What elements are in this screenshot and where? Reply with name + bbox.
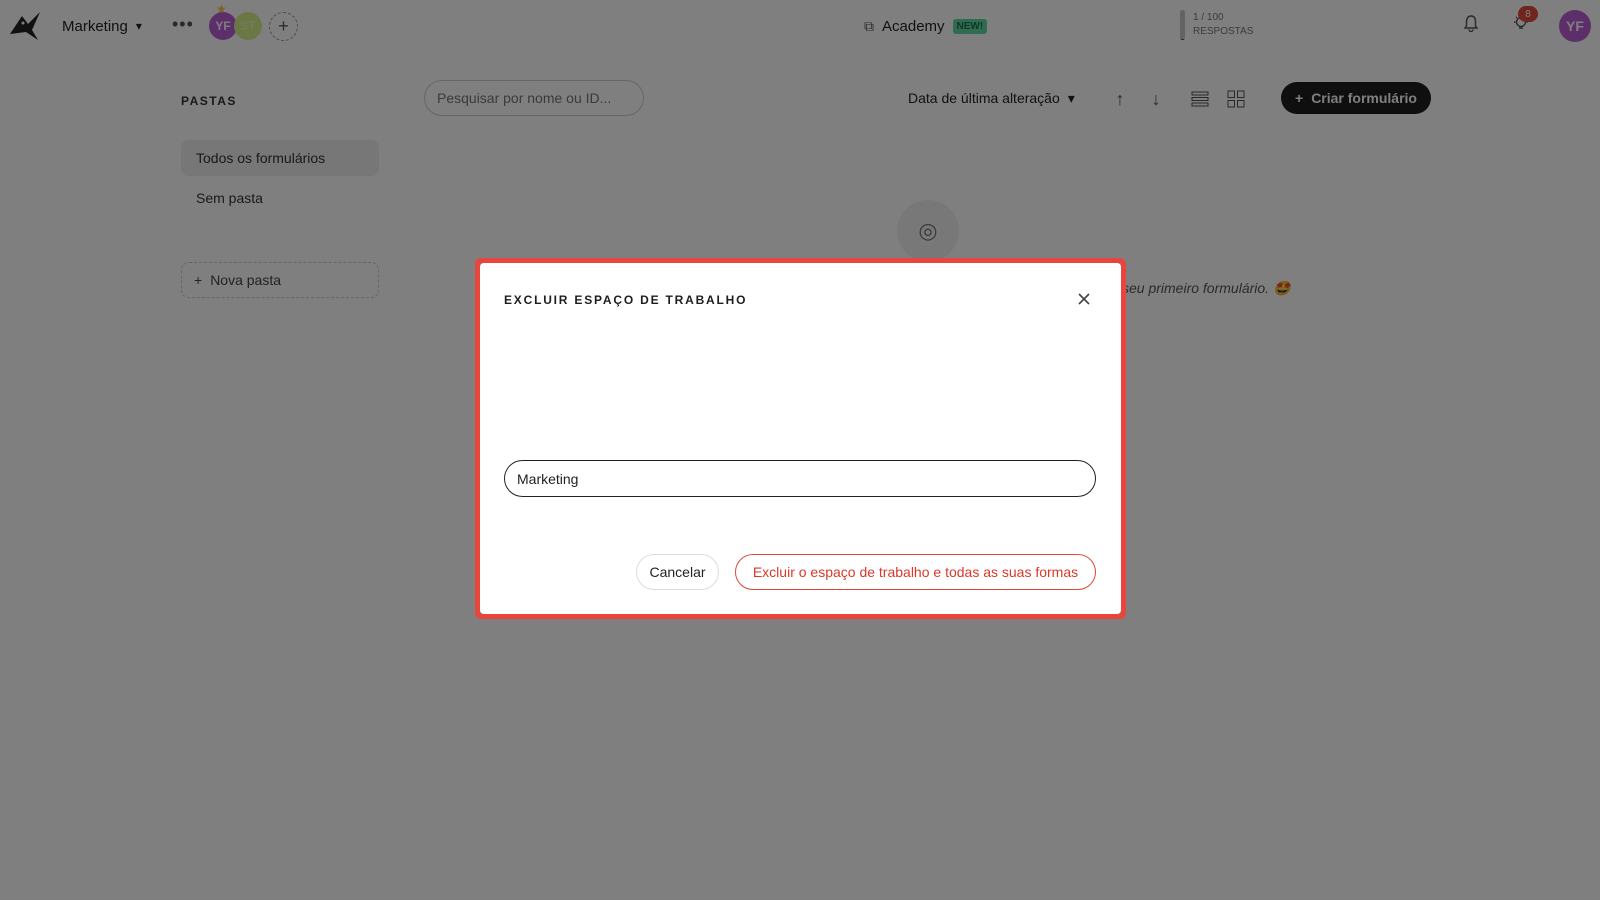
delete-workspace-modal: EXCLUIR ESPAÇO DE TRABALHO Cancelar Excl… — [480, 263, 1121, 614]
workspace-name-confirm-input[interactable] — [504, 460, 1096, 497]
close-icon[interactable] — [1072, 287, 1096, 311]
modal-title: EXCLUIR ESPAÇO DE TRABALHO — [504, 293, 748, 307]
delete-workspace-button[interactable]: Excluir o espaço de trabalho e todas as … — [735, 554, 1096, 590]
cancel-button[interactable]: Cancelar — [636, 554, 719, 590]
